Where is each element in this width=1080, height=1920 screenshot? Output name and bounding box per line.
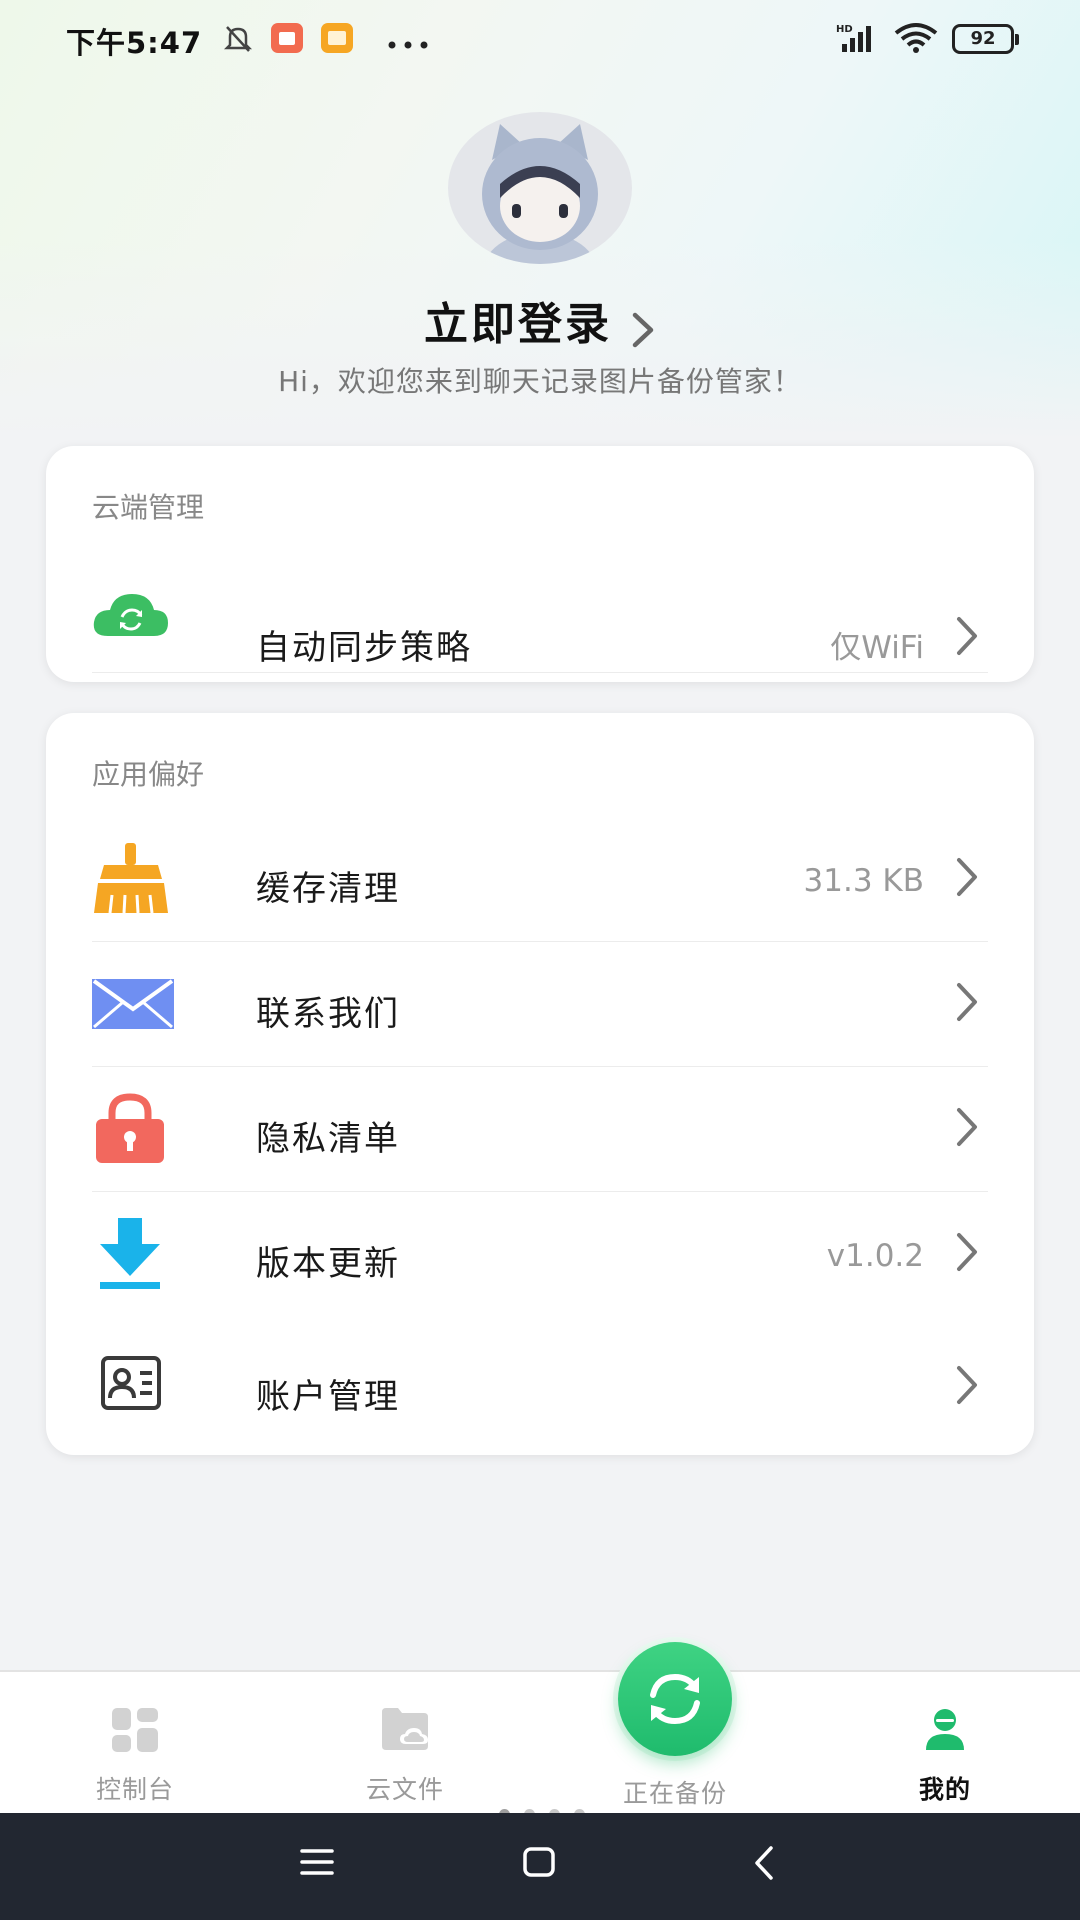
bottom-nav: 控制台 云文件 正在备份 我的 <box>0 1670 1080 1813</box>
system-navigation-bar <box>0 1813 1080 1920</box>
chevron-right-icon <box>956 982 978 1026</box>
row-value: 仅WiFi <box>830 630 924 666</box>
cloud-management-card: 云端管理 自动同步策略 仅WiFi <box>46 446 1034 682</box>
divider <box>92 672 988 673</box>
row-cache-clear[interactable]: 缓存清理 31.3 KB <box>92 817 988 941</box>
row-label: 账户管理 <box>256 1377 400 1417</box>
dashboard-icon <box>112 1708 158 1756</box>
row-label: 缓存清理 <box>256 869 400 909</box>
bell-off-icon <box>222 22 254 58</box>
more-dots-icon <box>388 34 428 53</box>
mail-icon <box>92 979 174 1033</box>
chevron-right-icon <box>956 616 978 660</box>
back-icon[interactable] <box>752 1845 776 1885</box>
welcome-text: Hi，欢迎您来到聊天记录图片备份管家！ <box>278 365 802 398</box>
status-time: 下午5:47 <box>66 26 203 60</box>
row-account-management[interactable]: 账户管理 <box>92 1325 988 1449</box>
nav-label: 云文件 <box>365 1775 444 1804</box>
login-row[interactable]: 立即登录 <box>0 288 1080 352</box>
row-label: 联系我们 <box>256 994 400 1034</box>
sync-icon <box>650 1673 700 1725</box>
avatar[interactable] <box>448 112 632 264</box>
row-auto-sync[interactable]: 自动同步策略 仅WiFi <box>92 576 988 676</box>
gallery-notification-icon <box>320 22 354 58</box>
user-icon <box>922 1706 968 1756</box>
download-icon <box>92 1218 168 1294</box>
row-label: 隐私清单 <box>256 1119 400 1159</box>
row-privacy-list[interactable]: 隐私清单 <box>92 1067 988 1191</box>
svg-text:HD: HD <box>836 24 853 35</box>
wifi-icon <box>894 22 938 58</box>
app-preferences-card: 应用偏好 缓存清理 31.3 KB 联系我们 隐私清单 版本更新 v1.0.2 <box>46 713 1034 1455</box>
home-icon[interactable] <box>522 1846 556 1882</box>
nav-label: 控制台 <box>95 1775 174 1804</box>
status-bar: 下午5:47 HD 92 <box>0 0 1080 78</box>
section-title-preferences: 应用偏好 <box>92 758 205 791</box>
broom-icon <box>92 843 170 919</box>
chevron-right-icon <box>956 857 978 901</box>
hd-signal-icon: HD <box>836 22 880 58</box>
app-notification-icon <box>270 22 304 58</box>
lock-icon <box>92 1093 168 1167</box>
chevron-right-icon <box>956 1107 978 1151</box>
chevron-right-icon <box>956 1365 978 1409</box>
nav-item-cloud-files[interactable]: 云文件 <box>270 1672 540 1815</box>
login-title[interactable]: 立即登录 <box>424 299 612 350</box>
row-value: v1.0.2 <box>826 1238 924 1274</box>
menu-icon[interactable] <box>300 1847 334 1881</box>
cloud-folder-icon <box>382 1706 430 1756</box>
id-card-icon <box>100 1355 162 1415</box>
row-value: 31.3 KB <box>803 863 924 899</box>
row-label: 版本更新 <box>256 1244 400 1284</box>
nav-label: 我的 <box>918 1775 971 1804</box>
nav-label: 正在备份 <box>622 1779 727 1808</box>
chevron-right-icon <box>630 312 656 352</box>
row-version-update[interactable]: 版本更新 v1.0.2 <box>92 1192 988 1316</box>
row-label: 自动同步策略 <box>256 628 472 668</box>
sync-fab-button[interactable] <box>618 1642 732 1756</box>
nav-item-dashboard[interactable]: 控制台 <box>0 1672 270 1815</box>
nav-item-mine[interactable]: 我的 <box>810 1672 1080 1815</box>
row-contact-us[interactable]: 联系我们 <box>92 942 988 1066</box>
section-title-cloud: 云端管理 <box>92 491 205 524</box>
battery-icon: 92 <box>952 24 1019 54</box>
chevron-right-icon <box>956 1232 978 1276</box>
cloud-sync-icon <box>92 590 170 642</box>
